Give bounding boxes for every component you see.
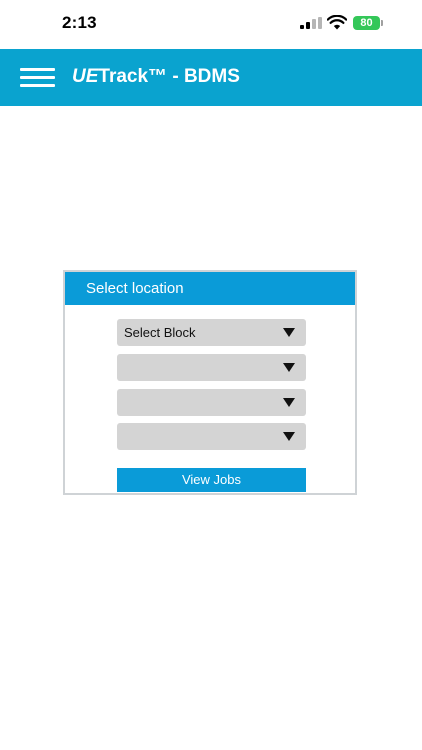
status-bar: 2:13 80 — [0, 0, 422, 49]
cellular-signal-icon — [300, 17, 322, 29]
app-title-prefix: UE — [72, 66, 99, 87]
caret-down-icon — [283, 398, 295, 407]
location-dropdown-4[interactable] — [117, 423, 306, 450]
caret-down-icon — [283, 432, 295, 441]
app-title-suffix: Track™ - BDMS — [98, 66, 240, 87]
app-header: UETrack™ - BDMS — [0, 49, 422, 106]
view-jobs-button[interactable]: View Jobs — [117, 468, 306, 492]
battery-level: 80 — [360, 17, 373, 29]
location-dropdown-2[interactable] — [117, 354, 306, 381]
hamburger-menu-icon[interactable] — [20, 68, 55, 88]
battery-cap — [381, 20, 383, 26]
caret-down-icon — [283, 363, 295, 372]
app-title: UETrack™ - BDMS — [72, 66, 240, 88]
location-dropdown-3[interactable] — [117, 389, 306, 416]
block-dropdown-value: Select Block — [124, 325, 196, 340]
block-dropdown[interactable]: Select Block — [117, 319, 306, 346]
status-time: 2:13 — [62, 13, 97, 32]
caret-down-icon — [283, 328, 295, 337]
battery-icon: 80 — [353, 16, 380, 30]
panel-title: Select location — [65, 272, 355, 305]
wifi-icon — [327, 15, 347, 30]
select-location-panel: Select location Select Block View Jobs — [63, 270, 357, 495]
